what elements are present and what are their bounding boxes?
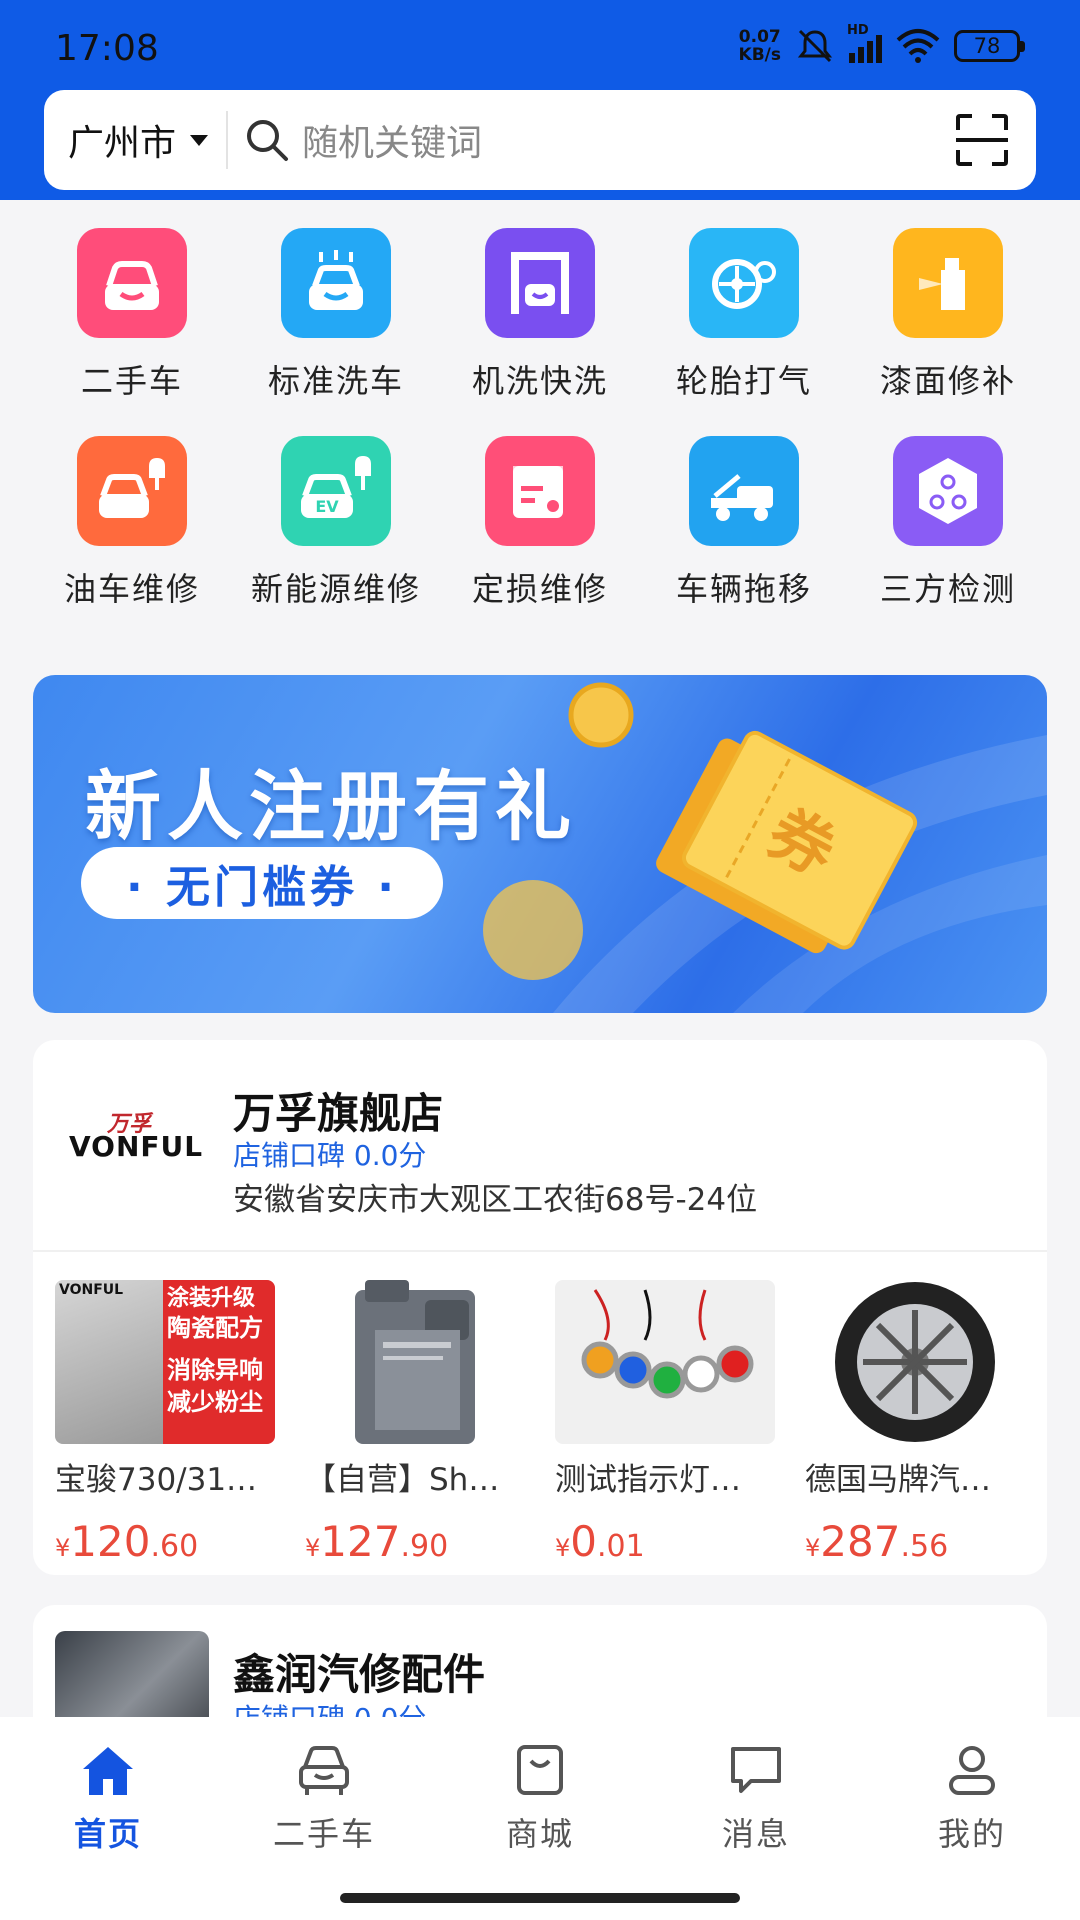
- product-price: ¥287.56: [805, 1517, 949, 1566]
- third-party-inspect-icon: [893, 436, 1003, 546]
- ev-repair-icon: EV: [281, 436, 391, 546]
- product-overlay-2: 陶瓷配方: [167, 1314, 263, 1342]
- damage-assess-icon: [485, 436, 595, 546]
- store-card[interactable]: 万孚 VONFUL 万孚旗舰店 店铺口碑 0.0分 安徽省安庆市大观区工农街68…: [33, 1040, 1047, 1575]
- city-label: 广州市: [68, 123, 177, 164]
- category-label: 车辆拖移: [675, 570, 812, 608]
- product-price: ¥0.01: [555, 1517, 645, 1566]
- product-item[interactable]: VONFUL 涂装升级 陶瓷配方 消除异响 减少粉尘 宝骏730/31… ¥12…: [55, 1280, 275, 1566]
- category-label: 定损维修: [471, 570, 608, 608]
- car-icon: [299, 1746, 349, 1795]
- service-category-grid: 二手车 标准洗车 机洗快洗 轮胎打气 漆面修补油车维修 EV 新能源维修 定损维修 车辆拖移 三方…: [30, 228, 1050, 610]
- wifi-icon: [896, 29, 940, 63]
- store-name[interactable]: 万孚旗舰店: [233, 1080, 443, 1141]
- home-indicator: [340, 1893, 740, 1903]
- svg-text:EV: EV: [315, 497, 339, 516]
- battery-indicator: 78: [954, 30, 1025, 62]
- store-logo-en: VONFUL: [69, 1130, 204, 1163]
- tab-label: 商城: [505, 1815, 574, 1853]
- tab-label: 我的: [937, 1815, 1006, 1853]
- product-name: 测试指示灯…: [555, 1462, 741, 1498]
- category-label: 三方检测: [879, 570, 1016, 608]
- product-image-oil-can: [305, 1280, 525, 1444]
- store-name[interactable]: 鑫润汽修配件: [233, 1641, 485, 1702]
- product-price: ¥120.60: [55, 1517, 199, 1566]
- shopping-bag-icon: [517, 1745, 563, 1795]
- status-icons: 0.07 KB/s HD 78: [738, 23, 1025, 66]
- tab-label: 首页: [73, 1815, 142, 1853]
- category-label: 机洗快洗: [471, 362, 608, 400]
- product-price: ¥127.90: [305, 1517, 449, 1566]
- category-item[interactable]: 漆面修补: [846, 228, 1050, 402]
- banner-title: 新人注册有礼: [85, 762, 577, 851]
- search-icon: [247, 120, 289, 161]
- signal-label: HD: [847, 23, 869, 38]
- product-name: 宝骏730/31…: [55, 1462, 258, 1498]
- paint-repair-icon: [893, 228, 1003, 338]
- product-list: VONFUL 涂装升级 陶瓷配方 消除异响 减少粉尘 宝骏730/31… ¥12…: [55, 1280, 1035, 1566]
- category-label: 新能源维修: [250, 570, 421, 608]
- tab-messages[interactable]: 消息: [666, 1739, 846, 1855]
- tab-mall[interactable]: 商城: [450, 1739, 630, 1855]
- status-time: 17:08: [55, 28, 159, 69]
- category-label: 轮胎打气: [675, 362, 812, 400]
- machine-wash-icon: [485, 228, 595, 338]
- promo-banner[interactable]: 券 新人注册有礼 · 无门槛券 ·: [33, 675, 1047, 1013]
- bottom-navigation: 首页 二手车 商城 消息 我的: [0, 1717, 1080, 1920]
- tab-profile[interactable]: 我的: [882, 1739, 1062, 1855]
- divider: [226, 111, 229, 169]
- product-image-brake-pad: VONFUL 涂装升级 陶瓷配方 消除异响 减少粉尘: [55, 1280, 275, 1444]
- net-speed: 0.07 KB/s: [738, 27, 781, 65]
- store-logo: 万孚 VONFUL: [69, 1110, 229, 1190]
- tab-used-car[interactable]: 二手车: [234, 1739, 414, 1855]
- divider: [33, 1250, 1047, 1252]
- product-image-tire: [805, 1280, 1025, 1444]
- city-selector[interactable]: 广州市: [68, 114, 209, 166]
- category-item[interactable]: 机洗快洗: [438, 228, 642, 402]
- product-item[interactable]: 【自营】Sh… ¥127.90: [305, 1280, 525, 1566]
- signal-icon: HD: [847, 23, 882, 63]
- home-icon: [83, 1747, 133, 1795]
- used-car-icon: [77, 228, 187, 338]
- tab-label: 消息: [721, 1815, 790, 1853]
- tab-label: 二手车: [272, 1815, 375, 1853]
- product-item[interactable]: 测试指示灯… ¥0.01: [555, 1280, 775, 1566]
- tow-truck-icon: [689, 436, 799, 546]
- mute-icon: [797, 29, 833, 63]
- category-item[interactable]: 车辆拖移: [642, 436, 846, 610]
- product-name: 【自营】Sh…: [305, 1462, 500, 1498]
- product-image-indicator-lights: [555, 1280, 775, 1444]
- tab-home[interactable]: 首页: [18, 1739, 198, 1855]
- tire-inflate-icon: [689, 228, 799, 338]
- header: 17:08 0.07 KB/s HD 78 广州市 随机关键词: [0, 0, 1080, 200]
- store-rating: 店铺口碑 0.0分: [233, 1139, 427, 1172]
- category-label: 油车维修: [63, 570, 200, 608]
- fuel-car-repair-icon: [77, 436, 187, 546]
- category-label: 漆面修补: [879, 362, 1016, 400]
- scan-icon[interactable]: [952, 110, 1012, 170]
- category-item[interactable]: 三方检测: [846, 436, 1050, 610]
- category-item[interactable]: 二手车: [30, 228, 234, 402]
- category-item[interactable]: EV 新能源维修: [234, 436, 438, 610]
- product-overlay-3: 消除异响: [167, 1356, 263, 1384]
- product-item[interactable]: 德国马牌汽… ¥287.56: [805, 1280, 1025, 1566]
- category-item[interactable]: 油车维修: [30, 436, 234, 610]
- message-icon: [731, 1747, 781, 1793]
- category-label: 二手车: [80, 362, 183, 400]
- product-brand-tag: VONFUL: [59, 1282, 124, 1298]
- store-address: 安徽省安庆市大观区工农街68号-24位: [233, 1182, 758, 1218]
- category-item[interactable]: 定损维修: [438, 436, 642, 610]
- product-overlay-4: 减少粉尘: [167, 1388, 263, 1416]
- banner-coupon-pill: · 无门槛券 ·: [81, 847, 443, 919]
- product-name: 德国马牌汽…: [805, 1462, 991, 1498]
- status-bar: 17:08 0.07 KB/s HD 78: [0, 0, 1080, 95]
- search-input[interactable]: 随机关键词: [302, 114, 952, 166]
- profile-icon: [949, 1746, 995, 1795]
- category-label: 标准洗车: [267, 362, 404, 400]
- category-item[interactable]: 轮胎打气: [642, 228, 846, 402]
- category-item[interactable]: 标准洗车: [234, 228, 438, 402]
- car-wash-icon: [281, 228, 391, 338]
- caret-down-icon: [190, 134, 209, 146]
- search-bar[interactable]: 广州市 随机关键词: [44, 90, 1036, 190]
